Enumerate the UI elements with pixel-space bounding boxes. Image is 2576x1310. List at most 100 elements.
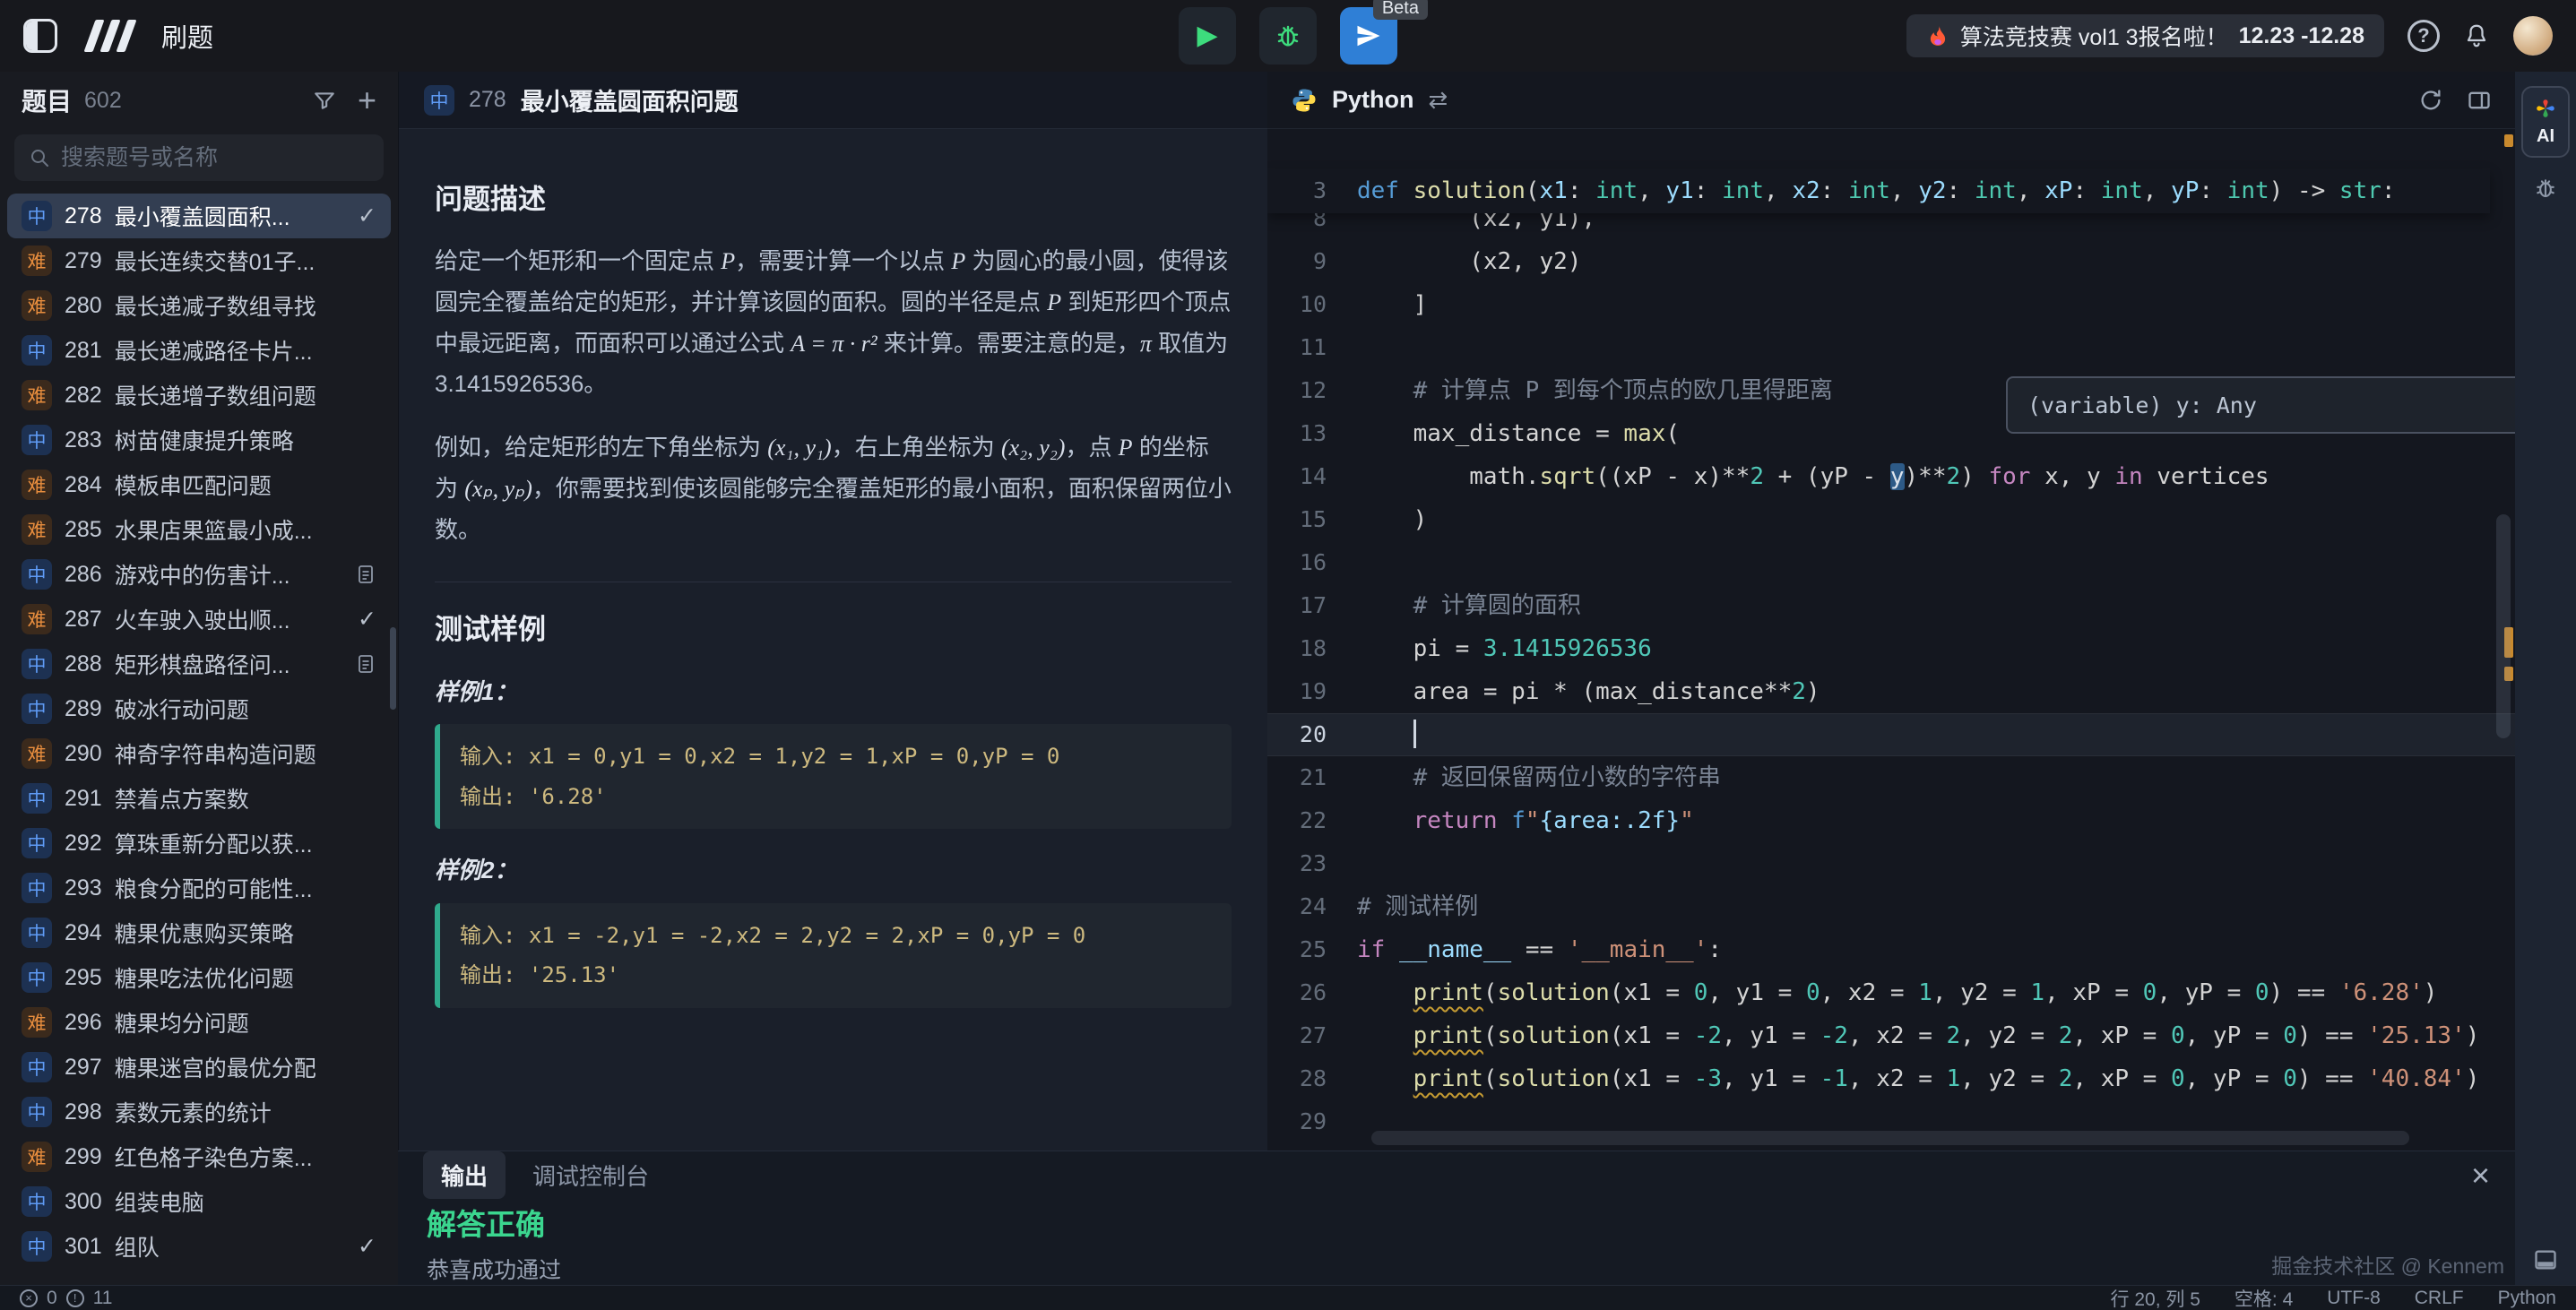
code-line[interactable]: 15 ) xyxy=(1267,498,2515,541)
code-line[interactable]: 27 print(solution(x1 = -2, y1 = -2, x2 =… xyxy=(1267,1014,2515,1057)
editor-vertical-scrollbar[interactable] xyxy=(2490,129,2515,1124)
problem-number: 294 xyxy=(65,920,102,946)
problem-list-item[interactable]: 中286游戏中的伤害计... xyxy=(7,552,391,597)
difficulty-badge: 难 xyxy=(22,290,52,321)
problem-list-item[interactable]: 中300组装电脑 xyxy=(7,1179,391,1224)
brand-logo-icon[interactable] xyxy=(83,20,136,52)
eol-sequence[interactable]: CRLF xyxy=(2415,1288,2464,1309)
problem-list-item[interactable]: 中294糖果优惠购买策略 xyxy=(7,910,391,955)
description-heading: 问题描述 xyxy=(435,176,1232,223)
sticky-line-code: def solution(x1: int, y1: int, x2: int, … xyxy=(1357,168,2490,213)
problem-list-item[interactable]: 中291禁着点方案数 xyxy=(7,776,391,821)
code-line[interactable]: 26 print(solution(x1 = 0, y1 = 0, x2 = 1… xyxy=(1267,971,2515,1014)
code-line[interactable]: 21 # 返回保留两位小数的字符串 xyxy=(1267,756,2515,799)
line-content: print(solution(x1 = -2, y1 = -2, x2 = 2,… xyxy=(1357,1014,2515,1057)
sidebar-toggle-icon[interactable] xyxy=(23,19,57,53)
line-content: # 计算圆的面积 xyxy=(1357,584,2515,627)
code-line[interactable]: 16 xyxy=(1267,541,2515,584)
line-content: # 测试样例 xyxy=(1357,885,2515,928)
sample-line: 输出: '25.13' xyxy=(460,955,1212,995)
code-line[interactable]: 24# 测试样例 xyxy=(1267,885,2515,928)
debug-button[interactable] xyxy=(1259,7,1317,65)
problem-title: 最小覆盖圆面积... xyxy=(115,200,345,232)
problem-list-item[interactable]: 难279最长连续交替01子... xyxy=(7,238,391,283)
code-line[interactable]: 18 pi = 3.1415926536 xyxy=(1267,627,2515,670)
encoding[interactable]: UTF-8 xyxy=(2327,1288,2381,1309)
problem-list-item[interactable]: 中301组队✓ xyxy=(7,1224,391,1269)
problems-indicator[interactable]: × 0 ! 11 xyxy=(20,1288,113,1309)
problem-count: 602 xyxy=(84,88,122,114)
editor-horizontal-scrollbar[interactable] xyxy=(1371,1131,2476,1145)
problem-list-item[interactable]: 中295糖果吃法优化问题 xyxy=(7,955,391,1000)
indentation[interactable]: 空格: 4 xyxy=(2235,1285,2293,1310)
submit-button[interactable]: Beta xyxy=(1340,7,1397,65)
problem-list-item[interactable]: 难282最长递增子数组问题 xyxy=(7,373,391,418)
problem-list-item[interactable]: 中298素数元素的统计 xyxy=(7,1090,391,1134)
code-line[interactable]: 28 print(solution(x1 = -3, y1 = -1, x2 =… xyxy=(1267,1057,2515,1100)
split-view-icon[interactable] xyxy=(2467,88,2492,113)
problem-list-item[interactable]: 难290神奇字符串构造问题 xyxy=(7,731,391,776)
difficulty-badge: 难 xyxy=(22,1007,52,1038)
sidebar-scrollbar[interactable] xyxy=(390,627,396,710)
beta-badge: Beta xyxy=(1373,0,1428,20)
problem-list-item[interactable]: 中289破冰行动问题 xyxy=(7,686,391,731)
line-content: ] xyxy=(1357,283,2515,326)
code-line[interactable]: 17 # 计算圆的面积 xyxy=(1267,584,2515,627)
problem-list-item[interactable]: 难299红色格子染色方案... xyxy=(7,1134,391,1179)
problem-list-item[interactable]: 中288矩形棋盘路径问... xyxy=(7,642,391,686)
difficulty-badge: 中 xyxy=(22,335,52,366)
problem-list-item[interactable]: 中278最小覆盖圆面积...✓ xyxy=(7,194,391,238)
solved-check-icon: ✓ xyxy=(358,606,376,633)
line-content: area = pi * (max_distance**2) xyxy=(1357,670,2515,713)
code-line[interactable]: 22 return f"{area:.2f}" xyxy=(1267,799,2515,842)
contest-banner[interactable]: 算法竞技赛 vol1 3报名啦！ 12.23 -12.28 xyxy=(1906,14,2384,57)
run-button[interactable]: ▶ xyxy=(1179,7,1236,65)
avatar[interactable] xyxy=(2513,16,2553,56)
bell-icon[interactable] xyxy=(2463,22,2490,49)
close-panel-icon[interactable]: × xyxy=(2471,1159,2490,1192)
problem-list-item[interactable]: 中297糖果迷宫的最优分配 xyxy=(7,1045,391,1090)
reset-code-icon[interactable] xyxy=(2418,88,2443,113)
problem-title: 最长连续交替01子... xyxy=(115,245,376,277)
ai-assistant-button[interactable]: AI xyxy=(2521,86,2570,158)
problem-list-item[interactable]: 中293粮食分配的可能性... xyxy=(7,866,391,910)
problem-list-item[interactable]: 难285水果店果篮最小成... xyxy=(7,507,391,552)
code-lines: 8 (x2, y1),9 (x2, y2)10 ]1112 # 计算点 P 到每… xyxy=(1267,197,2515,1143)
problem-number: 299 xyxy=(65,1144,102,1170)
problem-list-item[interactable]: 难287火车驶入驶出顺...✓ xyxy=(7,597,391,642)
line-number: 9 xyxy=(1267,240,1357,283)
help-icon[interactable]: ? xyxy=(2407,20,2440,52)
problem-list-item[interactable]: 难296糖果均分问题 xyxy=(7,1000,391,1045)
code-line[interactable]: 11 xyxy=(1267,326,2515,369)
filter-icon[interactable] xyxy=(313,89,336,112)
problem-list-item[interactable]: 中283树苗健康提升策略 xyxy=(7,418,391,462)
problem-list-item[interactable]: 难284模板串匹配问题 xyxy=(7,462,391,507)
scrollbar-thumb[interactable] xyxy=(2496,514,2511,738)
language-mode[interactable]: Python xyxy=(2498,1288,2556,1309)
code-line[interactable]: 25if __name__ == '__main__': xyxy=(1267,928,2515,971)
tab-debug-console[interactable]: 调试控制台 xyxy=(532,1159,649,1192)
sticky-scroll-line[interactable]: 3 def solution(x1: int, y1: int, x2: int… xyxy=(1267,168,2490,213)
code-line[interactable]: 19 area = pi * (max_distance**2) xyxy=(1267,670,2515,713)
problem-list-item[interactable]: 难280最长递减子数组寻找 xyxy=(7,283,391,328)
problem-number: 297 xyxy=(65,1055,102,1081)
code-line[interactable]: 9 (x2, y2) xyxy=(1267,240,2515,283)
add-icon[interactable]: + xyxy=(358,84,376,116)
watermark: 掘金技术社区 @ Kennem xyxy=(2271,1249,2504,1280)
tab-output[interactable]: 输出 xyxy=(423,1151,506,1199)
search-input[interactable] xyxy=(61,145,369,171)
code-line[interactable]: 10 ] xyxy=(1267,283,2515,326)
problem-number: 284 xyxy=(65,472,102,498)
code-line[interactable]: 20 xyxy=(1267,713,2515,756)
line-content: return f"{area:.2f}" xyxy=(1357,799,2515,842)
problem-list-item[interactable]: 中292算珠重新分配以获... xyxy=(7,821,391,866)
code-editor[interactable]: 3 def solution(x1: int, y1: int, x2: int… xyxy=(1267,129,2515,1151)
cursor-position[interactable]: 行 20, 列 5 xyxy=(2111,1285,2200,1310)
code-line[interactable]: 14 math.sqrt((xP - x)**2 + (yP - y)**2) … xyxy=(1267,455,2515,498)
code-line[interactable]: 23 xyxy=(1267,842,2515,885)
problem-list-item[interactable]: 中281最长递减路径卡片... xyxy=(7,328,391,373)
language-switch-icon[interactable]: ⇄ xyxy=(1429,86,1448,114)
toggle-panel-icon[interactable] xyxy=(2533,1247,2558,1272)
debug-tools-icon[interactable] xyxy=(2533,176,2558,201)
line-content: math.sqrt((xP - x)**2 + (yP - y)**2) for… xyxy=(1357,455,2515,498)
